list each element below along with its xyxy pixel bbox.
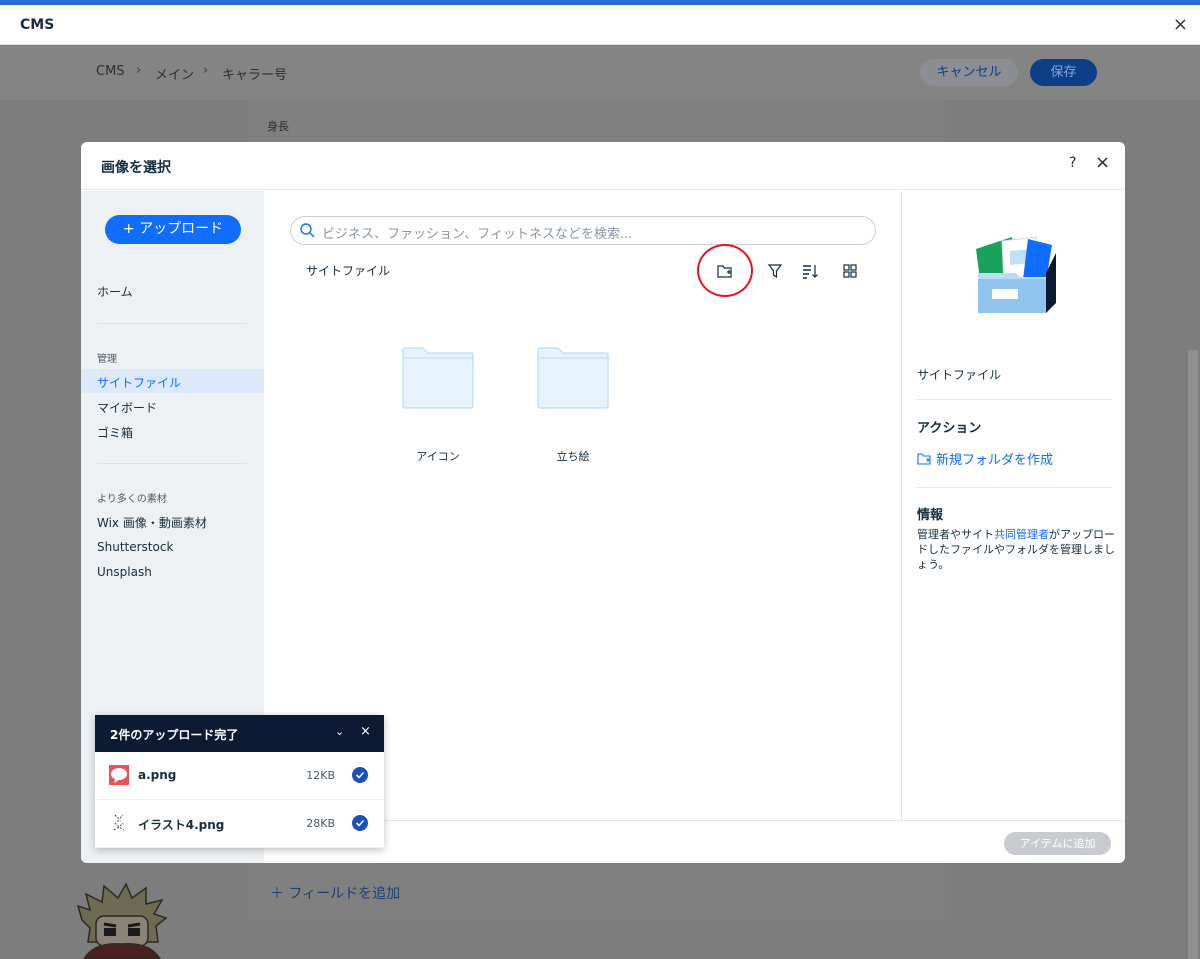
details-divider [917,487,1112,488]
dialog-title: 画像を選択 [101,160,171,176]
file-name: a.png [138,768,177,782]
sidebar-divider [97,323,247,324]
page-scrollbar[interactable] [1188,350,1198,959]
site-files-illustration [976,236,1056,313]
search-placeholder: ビジネス、ファッション、フィットネスなどを検索... [322,227,633,242]
field-label-height: 身長 [267,120,289,133]
create-new-folder-label: 新規フォルダを作成 [936,453,1054,468]
upload-button[interactable]: + アップロード [105,215,241,244]
folder-icon[interactable] [401,346,475,410]
breadcrumb-current: キャラー号 [222,68,288,83]
sidebar-item-shutterstock[interactable]: Shutterstock [97,540,173,554]
breadcrumb-separator: › [203,63,209,78]
info-text: 管理者やサイト [917,528,994,541]
character-mascot-image [76,882,168,959]
window-titlebar: CMS × [0,5,1200,45]
check-circle-icon [352,815,368,831]
details-folder-name: サイトファイル [917,368,1002,382]
dialog-footer: アイテムに追加 [264,820,1125,863]
filter-icon[interactable] [766,262,784,280]
sidebar-item-unsplash[interactable]: Unsplash [97,565,152,579]
dialog-header: 画像を選択 ? × [81,142,1125,190]
details-panel: サイトファイル アクション 新規フォルダを作成 情報 管理者やサイト共同管理者が… [901,191,1125,821]
check-circle-icon [352,767,368,783]
uploaded-file-row[interactable]: イラスト4.png 28KB [95,800,384,848]
file-thumbnail [109,765,129,785]
chevron-down-icon[interactable]: ⌄ [335,725,344,738]
toast-header: 2件のアップロード完了 ⌄ × [95,715,384,752]
actions-heading: アクション [917,421,982,436]
annotation-highlight-circle [697,244,753,297]
info-description: 管理者やサイト共同管理者がアップロードしたファイルやフォルダを管理しましょう。 [917,527,1117,572]
cancel-button[interactable]: キャンセル [920,59,1018,86]
close-icon[interactable]: × [1095,152,1110,173]
file-thumbnail [113,814,125,831]
toast-title: 2件のアップロード完了 [110,728,239,742]
search-input[interactable]: ビジネス、ファッション、フィットネスなどを検索... [290,216,876,245]
sidebar-item-trash[interactable]: ゴミ箱 [97,424,133,441]
close-icon[interactable]: × [360,724,371,739]
save-button[interactable]: 保存 [1030,59,1097,86]
breadcrumb-cms[interactable]: CMS [96,64,125,79]
search-icon [300,223,315,238]
help-icon[interactable]: ? [1069,155,1076,171]
sidebar-item-home[interactable]: ホーム [97,283,133,300]
sidebar-divider [97,463,247,464]
add-to-item-button[interactable]: アイテムに追加 [1004,832,1111,855]
details-divider [917,399,1112,400]
upload-complete-toast: 2件のアップロード完了 ⌄ × a.png 12KB イラスト4.png 28K… [95,715,384,848]
folder-label[interactable]: 立ち絵 [528,448,618,464]
add-field-button[interactable]: ＋ フィールドを追加 [270,883,400,903]
window-close-icon[interactable]: × [1173,14,1188,35]
current-folder-title: サイトファイル [306,264,391,278]
sidebar-item-site-files[interactable]: サイトファイル [97,374,181,391]
folder-icon[interactable] [536,346,610,410]
file-size: 28KB [306,817,335,830]
window-title: CMS [20,17,55,33]
file-size: 12KB [306,769,335,782]
sort-icon[interactable] [801,262,819,280]
folder-label[interactable]: アイコン [393,448,483,464]
create-new-folder-link[interactable]: 新規フォルダを作成 [917,449,1053,468]
breadcrumb-separator: › [136,63,142,78]
co-admin-link[interactable]: 共同管理者 [994,528,1049,541]
sidebar-section-more: より多くの素材 [97,494,167,505]
file-name: イラスト4.png [138,818,225,832]
sidebar-item-wix-media[interactable]: Wix 画像・動画素材 [97,514,207,531]
uploaded-file-row[interactable]: a.png 12KB [95,752,384,800]
sidebar-section-manage: 管理 [97,354,117,365]
sidebar-item-my-boards[interactable]: マイボード [97,399,157,416]
grid-view-icon[interactable] [841,262,859,280]
cms-header: CMS › メイン › キャラー号 [0,46,1200,100]
breadcrumb-main[interactable]: メイン [155,64,194,83]
new-folder-icon [917,453,931,465]
info-heading: 情報 [917,508,944,523]
